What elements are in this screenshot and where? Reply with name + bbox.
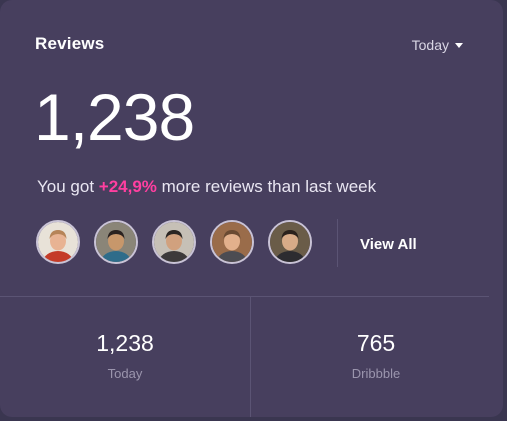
vertical-divider [337,219,338,267]
reviews-summary-text: You got +24,9% more reviews than last we… [37,177,376,197]
person-avatar-icon [270,222,310,262]
summary-text-before: You got [37,177,99,196]
reviewer-avatar[interactable] [36,220,80,264]
stat-label: Today [107,366,143,381]
stat-label: Dribbble [351,366,401,381]
period-dropdown-label: Today [411,37,449,53]
stat-today: 1,238 Today [0,330,250,381]
person-avatar-icon [96,222,136,262]
stat-value: 765 [356,330,396,356]
person-avatar-icon [212,222,252,262]
view-all-link[interactable]: View All [360,236,417,253]
card-header: Reviews Today [35,34,463,58]
period-dropdown[interactable]: Today [412,37,463,53]
summary-text-after: more reviews than last week [156,177,377,196]
growth-percentage: +24,9% [98,177,157,196]
reviews-card: Reviews Today 1,238 You got +24,9% more … [0,0,503,417]
reviews-total-count: 1,238 [34,80,195,154]
reviewer-avatars [36,220,312,264]
person-avatar-icon [154,222,194,262]
horizontal-divider [0,296,489,297]
stat-value: 1,238 [96,330,154,356]
person-avatar-icon [38,222,78,262]
stat-dribbble: 765 Dribbble [251,330,501,381]
reviewer-avatar[interactable] [152,220,196,264]
reviewer-avatar[interactable] [94,220,138,264]
caret-down-icon [455,43,463,48]
reviewer-avatar[interactable] [268,220,312,264]
card-title: Reviews [35,34,105,53]
reviewer-avatar[interactable] [210,220,254,264]
